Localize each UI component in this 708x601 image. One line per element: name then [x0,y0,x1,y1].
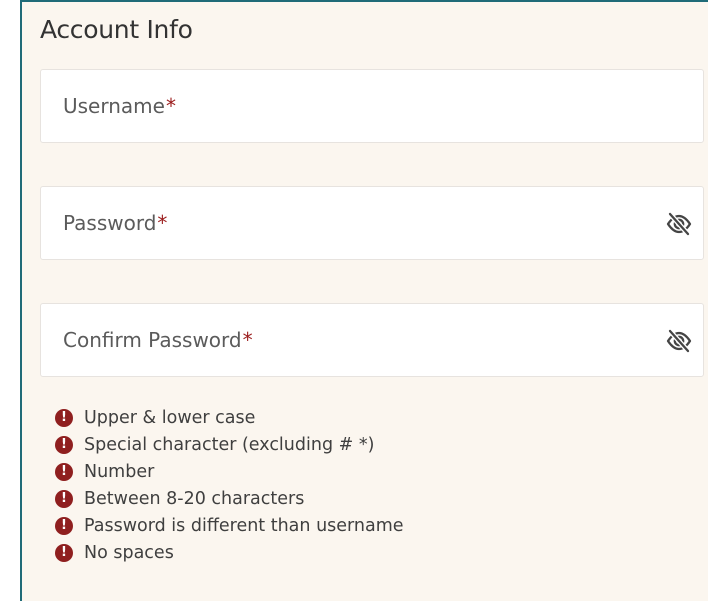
confirm-password-placeholder: Confirm Password * [63,304,253,376]
confirm-password-field[interactable]: Confirm Password * [40,303,704,377]
password-requirement-item: ! Password is different than username [55,512,404,539]
eye-slash-icon[interactable] [665,210,693,238]
exclamation-circle-icon: ! [55,543,73,562]
password-requirement-item: ! Number [55,458,404,485]
exclamation-circle-icon: ! [55,462,73,481]
password-requirements-list: ! Upper & lower case ! Special character… [55,404,404,566]
exclamation-circle-icon: ! [55,489,73,508]
exclamation-circle-icon: ! [55,435,73,454]
password-requirement-item: ! No spaces [55,539,404,566]
confirm-password-label: Confirm Password [63,328,242,352]
required-asterisk: * [242,328,253,352]
password-requirement-item: ! Upper & lower case [55,404,404,431]
password-requirement-text: No spaces [84,542,174,563]
password-placeholder: Password * [63,187,167,259]
password-requirement-text: Upper & lower case [84,407,256,428]
exclamation-circle-icon: ! [55,516,73,535]
password-requirement-text: Between 8-20 characters [84,488,305,509]
required-asterisk: * [165,94,176,118]
password-field[interactable]: Password * [40,186,704,260]
password-requirement-text: Password is different than username [84,515,404,536]
password-requirement-text: Special character (excluding # *) [84,434,375,455]
exclamation-circle-icon: ! [55,408,73,427]
section-title: Account Info [40,15,193,44]
required-asterisk: * [157,211,168,235]
username-label: Username [63,94,165,118]
account-info-panel: Account Info Username * Password * Confirm… [20,0,708,601]
password-requirement-item: ! Special character (excluding # *) [55,431,404,458]
password-label: Password [63,211,157,235]
password-requirement-item: ! Between 8-20 characters [55,485,404,512]
password-requirement-text: Number [84,461,155,482]
username-placeholder: Username * [63,70,176,142]
username-field[interactable]: Username * [40,69,704,143]
eye-slash-icon[interactable] [665,327,693,355]
